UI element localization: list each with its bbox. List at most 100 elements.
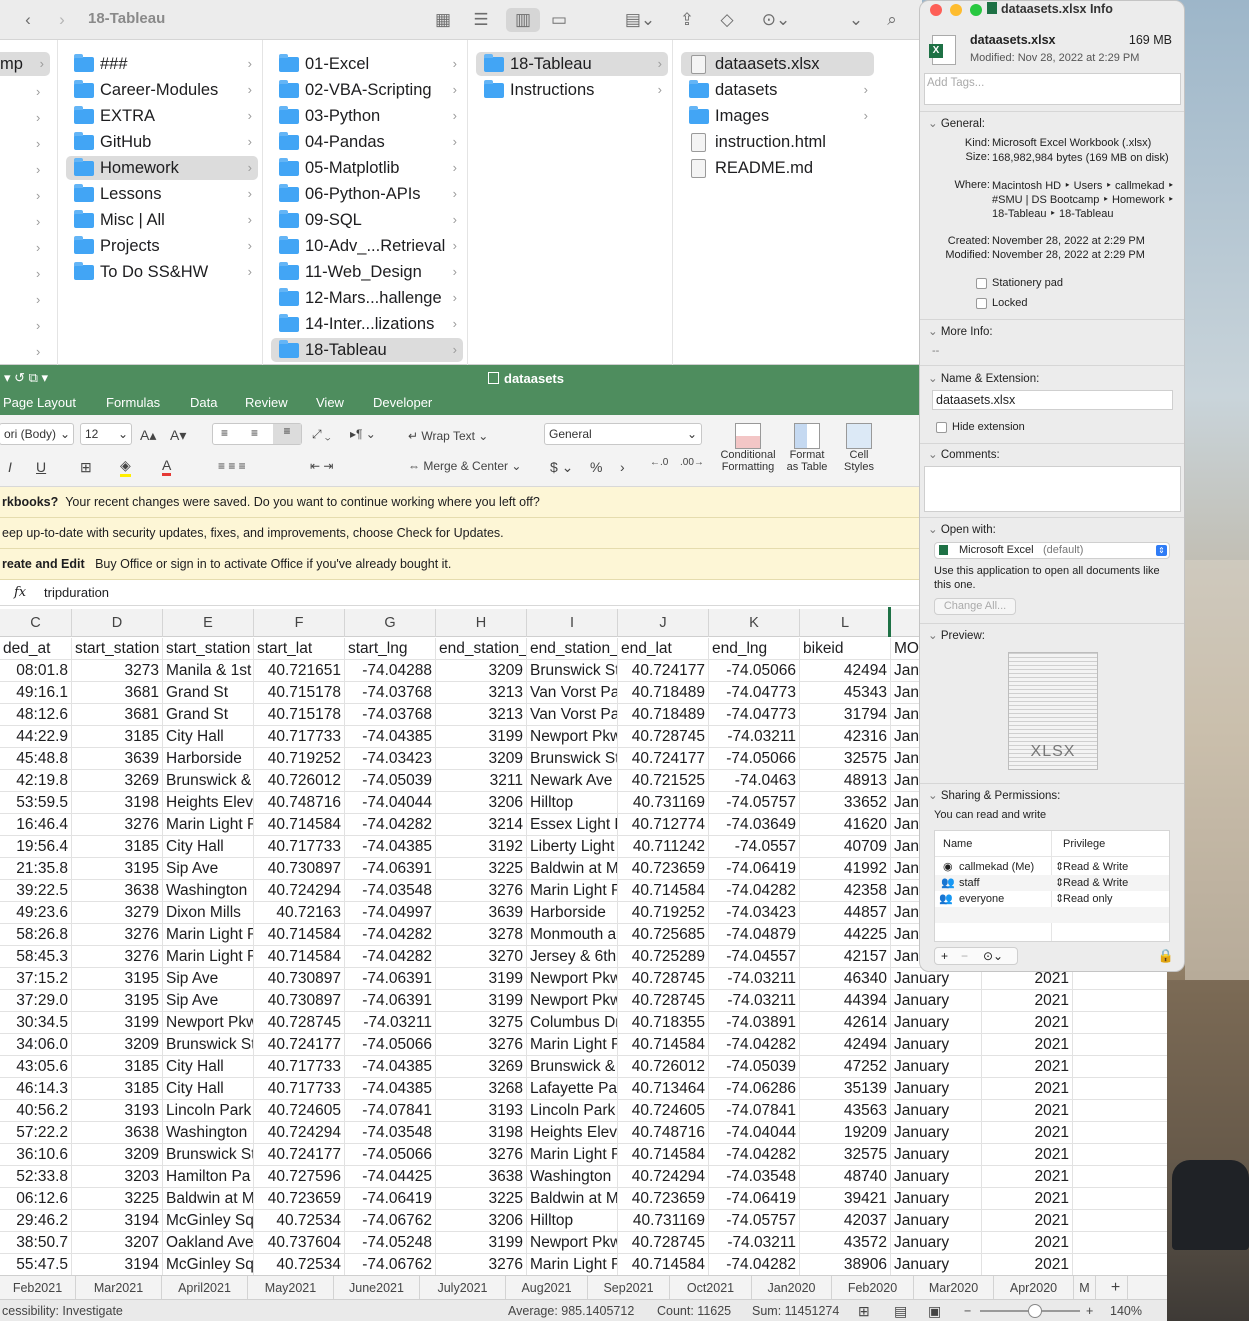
cell[interactable]: -74.03548	[709, 1166, 800, 1188]
currency-icon[interactable]: $ ⌄	[550, 459, 573, 476]
cell[interactable]: 40.724177	[618, 660, 709, 682]
finder-item[interactable]: Career-Modules ›	[66, 78, 258, 102]
cell[interactable]: 3199	[436, 968, 527, 990]
cell[interactable]: 3209	[436, 660, 527, 682]
cell[interactable]: Hilltop	[527, 1210, 618, 1232]
cell[interactable]: 40.724177	[254, 1034, 345, 1056]
finder-item[interactable]: dataasets.xlsx	[681, 52, 874, 76]
cell[interactable]: 3185	[72, 1056, 163, 1078]
cell[interactable]: 40.714584	[254, 924, 345, 946]
cell[interactable]: 3198	[436, 1122, 527, 1144]
page-break-view-icon[interactable]: ▣	[928, 1300, 941, 1321]
cell[interactable]: Brunswick &	[163, 770, 254, 792]
cell[interactable]: 40.723659	[254, 1188, 345, 1210]
cell[interactable]: 19:56.4	[0, 836, 72, 858]
cell[interactable]: 2021	[982, 1188, 1073, 1210]
cell[interactable]: -74.05248	[345, 1232, 436, 1254]
tab-data[interactable]: Data	[190, 395, 217, 410]
cell[interactable]: -74.03211	[709, 990, 800, 1012]
cell[interactable]: 40.723659	[618, 1188, 709, 1210]
cell[interactable]: -74.07841	[345, 1100, 436, 1122]
cell[interactable]: -74.04425	[345, 1166, 436, 1188]
cell[interactable]: Hamilton Pa	[163, 1166, 254, 1188]
cell[interactable]: 40.728745	[254, 1012, 345, 1034]
cell[interactable]: bikeid	[800, 638, 891, 660]
cell[interactable]: January	[891, 1056, 982, 1078]
cell[interactable]: 49:16.1	[0, 682, 72, 704]
cell[interactable]: Baldwin at M	[527, 858, 618, 880]
cell[interactable]: 47252	[800, 1056, 891, 1078]
cell[interactable]: Hilltop	[527, 792, 618, 814]
cell[interactable]: 3194	[72, 1254, 163, 1276]
cell[interactable]: -74.04282	[345, 814, 436, 836]
cell[interactable]: 3211	[436, 770, 527, 792]
borders-icon[interactable]: ⊞	[80, 459, 92, 476]
cell[interactable]: 3209	[72, 1034, 163, 1056]
cell[interactable]: -74.04385	[345, 836, 436, 858]
cell[interactable]: 3194	[72, 1210, 163, 1232]
cell[interactable]: 2021	[982, 1012, 1073, 1034]
cell[interactable]: -74.04282	[709, 1034, 800, 1056]
cell[interactable]: -74.06419	[709, 1188, 800, 1210]
tag-icon[interactable]: ◇	[714, 8, 740, 32]
cell[interactable]: 42157	[800, 946, 891, 968]
cell[interactable]: 55:47.5	[0, 1254, 72, 1276]
cell[interactable]: 40.724605	[618, 1100, 709, 1122]
sheet-tab[interactable]: Feb2020	[832, 1276, 914, 1300]
font-color-icon[interactable]: A	[162, 457, 172, 476]
cell[interactable]: January	[891, 1034, 982, 1056]
underline-icon[interactable]: U	[36, 459, 46, 475]
zoom-out-icon[interactable]: −	[964, 1300, 971, 1321]
cell[interactable]: 40.728745	[618, 990, 709, 1012]
cell[interactable]: Marin Light R	[163, 814, 254, 836]
cell[interactable]: 33652	[800, 792, 891, 814]
finder-item[interactable]: 03-Python ›	[271, 104, 463, 128]
cell[interactable]: 40.727596	[254, 1166, 345, 1188]
cell[interactable]: 40.718489	[618, 704, 709, 726]
cell[interactable]: 3214	[436, 814, 527, 836]
cell[interactable]: -74.05757	[709, 792, 800, 814]
cell[interactable]: 3269	[72, 770, 163, 792]
cell[interactable]: 2021	[982, 1232, 1073, 1254]
name-input[interactable]: dataasets.xlsx	[932, 390, 1173, 410]
cell[interactable]: Washington	[527, 1166, 618, 1188]
cell[interactable]: 3198	[72, 792, 163, 814]
cell[interactable]: -74.03768	[345, 704, 436, 726]
cell[interactable]: 3638	[436, 1166, 527, 1188]
cell[interactable]: Sip Ave	[163, 858, 254, 880]
cell[interactable]: McGinley Sq	[163, 1210, 254, 1232]
cell[interactable]: 3206	[436, 1210, 527, 1232]
zoom-level[interactable]: 140%	[1110, 1300, 1142, 1321]
finder-item[interactable]: 06-Python-APIs ›	[271, 182, 463, 206]
finder-item[interactable]: 01-Excel ›	[271, 52, 463, 76]
finder-item[interactable]: 12-Mars...hallenge ›	[271, 286, 463, 310]
cell[interactable]: 58:45.3	[0, 946, 72, 968]
cell[interactable]: -74.06286	[709, 1078, 800, 1100]
finder-item[interactable]: 18-Tableau ›	[476, 52, 668, 76]
finder-item[interactable]: 14-Inter...lizations ›	[271, 312, 463, 336]
cell[interactable]: 40:56.2	[0, 1100, 72, 1122]
cell[interactable]: 40.724177	[618, 748, 709, 770]
cell[interactable]: Brunswick St	[163, 1034, 254, 1056]
minimize-icon[interactable]	[950, 4, 962, 16]
cell[interactable]: 40.724605	[254, 1100, 345, 1122]
cell[interactable]: 3269	[436, 1056, 527, 1078]
finder-item[interactable]: ### ›	[66, 52, 258, 76]
cell[interactable]: 41992	[800, 858, 891, 880]
cell[interactable]: 40709	[800, 836, 891, 858]
cell[interactable]: 43563	[800, 1100, 891, 1122]
cell[interactable]: 31794	[800, 704, 891, 726]
cell[interactable]: -74.06419	[345, 1188, 436, 1210]
cell[interactable]: 40.728745	[618, 1232, 709, 1254]
finder-item[interactable]: To Do SS&HW ›	[66, 260, 258, 284]
cell[interactable]: 3276	[436, 880, 527, 902]
orientation-icon[interactable]: ⤢ ⌄	[312, 427, 331, 442]
cell[interactable]: 44394	[800, 990, 891, 1012]
zoom-in-icon[interactable]: +	[1086, 1300, 1093, 1321]
cell[interactable]: January	[891, 1078, 982, 1100]
cell[interactable]: 42358	[800, 880, 891, 902]
cell[interactable]: Brunswick St	[527, 660, 618, 682]
cell[interactable]: -74.03548	[345, 1122, 436, 1144]
cell[interactable]: 2021	[982, 1144, 1073, 1166]
cell[interactable]: -74.03548	[345, 880, 436, 902]
